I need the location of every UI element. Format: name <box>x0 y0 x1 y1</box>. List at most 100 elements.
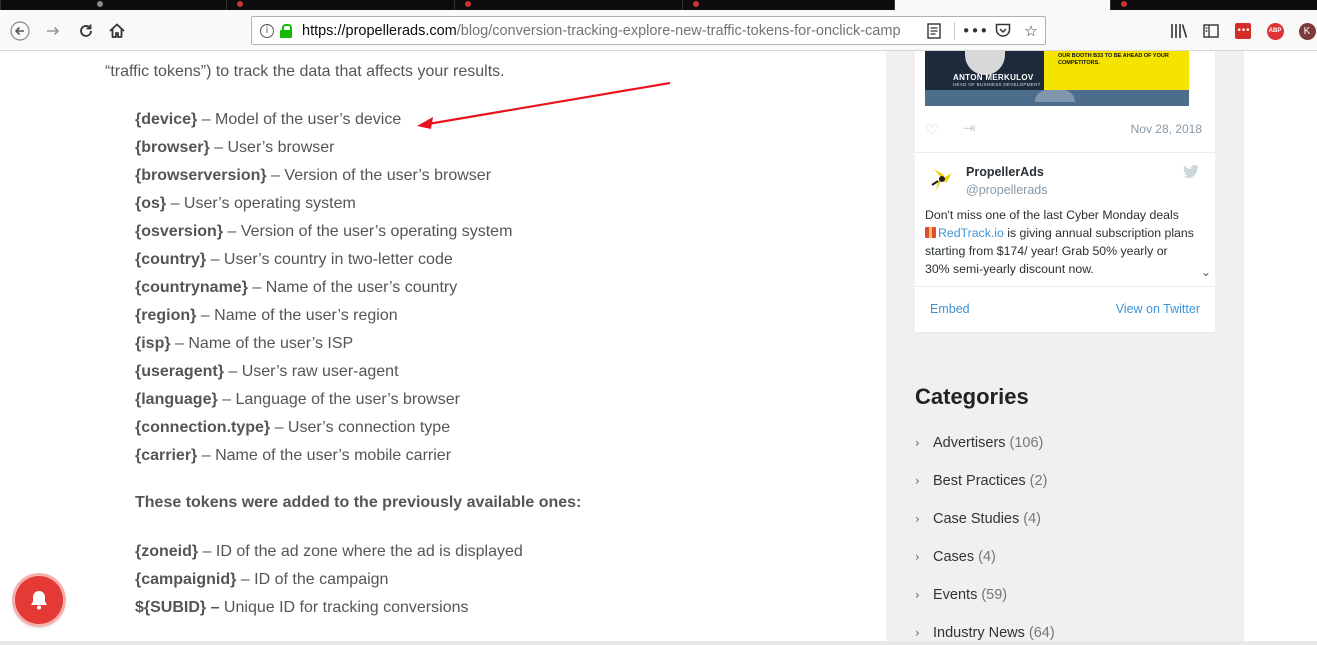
tweet-handle[interactable]: @propellerads <box>966 183 1047 197</box>
category-label[interactable]: Industry News <box>933 625 1025 641</box>
token-item: {isp} – Name of the user’s ISP <box>135 333 512 361</box>
token-name: {zoneid} <box>135 543 199 560</box>
chevron-right-icon: › <box>915 512 920 526</box>
token-name: {connection.type} <box>135 419 271 436</box>
intro-text: “traffic tokens”) to track the data that… <box>105 63 505 80</box>
more-actions-icon[interactable]: ••• <box>961 17 989 44</box>
chevron-right-icon: › <box>915 436 920 450</box>
token-item: {device} – Model of the user’s device <box>135 109 512 137</box>
token-name: {campaignid} <box>135 571 237 588</box>
section-subheading: These tokens were added to the previousl… <box>135 494 582 511</box>
category-item[interactable]: › Advertisers (106) <box>915 435 1055 473</box>
tweet-image[interactable]: OUR BOOTH B33 TO BE AHEAD OF YOUR COMPET… <box>925 51 1189 106</box>
tab-strip <box>0 0 1317 10</box>
propellerads-logo-icon[interactable] <box>928 165 956 193</box>
token-description: – User’s country in two-letter code <box>206 251 453 268</box>
category-label[interactable]: Case Studies <box>933 511 1019 527</box>
token-description: – Name of the user’s mobile carrier <box>197 447 452 464</box>
embed-link[interactable]: Embed <box>930 302 970 316</box>
back-arrow-icon[interactable] <box>7 18 33 44</box>
reload-icon[interactable] <box>73 18 99 44</box>
tab[interactable] <box>0 0 226 10</box>
horizontal-scrollbar[interactable] <box>0 641 1317 645</box>
tab-active[interactable] <box>894 0 1110 10</box>
library-icon[interactable] <box>1166 18 1192 44</box>
token-name: {device} <box>135 111 198 128</box>
pocket-icon[interactable] <box>989 17 1017 44</box>
token-description: – Name of the user’s region <box>196 307 398 324</box>
category-label[interactable]: Events <box>933 587 977 603</box>
category-count: (59) <box>981 587 1008 603</box>
nav-toolbar: i https://propellerads.com/blog/conversi… <box>0 10 1317 51</box>
tab[interactable] <box>454 0 682 10</box>
category-label[interactable]: Cases <box>933 549 974 565</box>
token-name: {country} <box>135 251 207 268</box>
token-name: {isp} <box>135 335 171 352</box>
url-text[interactable]: https://propellerads.com/blog/conversion… <box>302 23 912 39</box>
token-description: – Name of the user’s ISP <box>170 335 354 352</box>
twitter-bird-icon[interactable] <box>1183 164 1199 182</box>
token-item: {osversion} – Version of the user’s oper… <box>135 221 512 249</box>
address-bar[interactable]: i https://propellerads.com/blog/conversi… <box>251 16 1046 45</box>
category-item[interactable]: › Case Studies (4) <box>915 511 1055 549</box>
token-name: {osversion} <box>135 223 224 240</box>
token-name: {browserversion} <box>135 167 267 184</box>
category-count: (64) <box>1028 625 1055 641</box>
lock-icon[interactable] <box>280 23 292 38</box>
category-item[interactable]: › Cases (4) <box>915 549 1055 587</box>
scroll-down-icon[interactable]: ⌄ <box>1201 265 1211 279</box>
category-label[interactable]: Advertisers <box>933 435 1006 451</box>
forward-arrow-icon[interactable] <box>40 18 66 44</box>
info-icon[interactable]: i <box>260 23 274 38</box>
tab[interactable] <box>1110 0 1317 10</box>
token-name: ${SUBID} – <box>135 599 220 616</box>
sidebar-icon[interactable] <box>1198 18 1224 44</box>
token-description: Unique ID for tracking conversions <box>219 599 469 616</box>
token-item: {language} – Language of the user’s brow… <box>135 389 512 417</box>
reader-view-icon[interactable] <box>920 17 948 44</box>
categories-title: Categories <box>915 384 1029 409</box>
article-content: “traffic tokens”) to track the data that… <box>0 51 886 645</box>
lastpass-icon[interactable]: ••• <box>1230 18 1256 44</box>
category-item[interactable]: › Events (59) <box>915 587 1055 625</box>
chevron-right-icon: › <box>915 474 920 488</box>
heart-icon[interactable]: ♡ <box>925 121 938 139</box>
token-list-previous: {zoneid} – ID of the ad zone where the a… <box>135 541 523 625</box>
token-name: {carrier} <box>135 447 198 464</box>
share-icon[interactable]: ⇥ <box>963 119 976 137</box>
token-item: {browser} – User’s browser <box>135 137 512 165</box>
category-count: (4) <box>978 549 996 565</box>
adblock-icon[interactable]: ABP <box>1262 18 1288 44</box>
token-description: – ID of the campaign <box>236 571 389 588</box>
token-description: – Language of the user’s browser <box>217 391 460 408</box>
tweet-date[interactable]: Nov 28, 2018 <box>1131 122 1202 136</box>
token-description: – Version of the user’s operating system <box>223 223 513 240</box>
token-item: {carrier} – Name of the user’s mobile ca… <box>135 445 512 473</box>
notification-bell-button[interactable] <box>15 576 63 624</box>
tab[interactable] <box>226 0 454 10</box>
token-description: – User’s raw user-agent <box>223 363 399 380</box>
tab[interactable] <box>682 0 894 10</box>
chevron-right-icon: › <box>915 588 920 602</box>
token-item: {campaignid} – ID of the campaign <box>135 569 523 597</box>
bell-icon <box>31 591 47 610</box>
profile-icon[interactable]: K <box>1294 18 1317 44</box>
token-item: {zoneid} – ID of the ad zone where the a… <box>135 541 523 569</box>
token-name: {useragent} <box>135 363 224 380</box>
token-item: {browserversion} – Version of the user’s… <box>135 165 512 193</box>
token-description: – Version of the user’s browser <box>266 167 492 184</box>
category-label[interactable]: Best Practices <box>933 473 1026 489</box>
token-item: {connection.type} – User’s connection ty… <box>135 417 512 445</box>
home-icon[interactable] <box>104 18 130 44</box>
category-item[interactable]: › Best Practices (2) <box>915 473 1055 511</box>
token-description: – User’s browser <box>209 139 335 156</box>
bookmark-star-icon[interactable]: ☆ <box>1017 17 1045 44</box>
token-name: {os} <box>135 195 167 212</box>
tweet-link[interactable]: RedTrack.io <box>938 226 1004 240</box>
category-count: (106) <box>1009 435 1044 451</box>
twitter-embed: OUR BOOTH B33 TO BE AHEAD OF YOUR COMPET… <box>915 51 1215 333</box>
gift-icon <box>925 227 936 238</box>
tweet-author[interactable]: PropellerAds <box>966 165 1044 179</box>
sidebar: OUR BOOTH B33 TO BE AHEAD OF YOUR COMPET… <box>886 51 1244 645</box>
view-on-twitter-link[interactable]: View on Twitter <box>1116 302 1200 316</box>
